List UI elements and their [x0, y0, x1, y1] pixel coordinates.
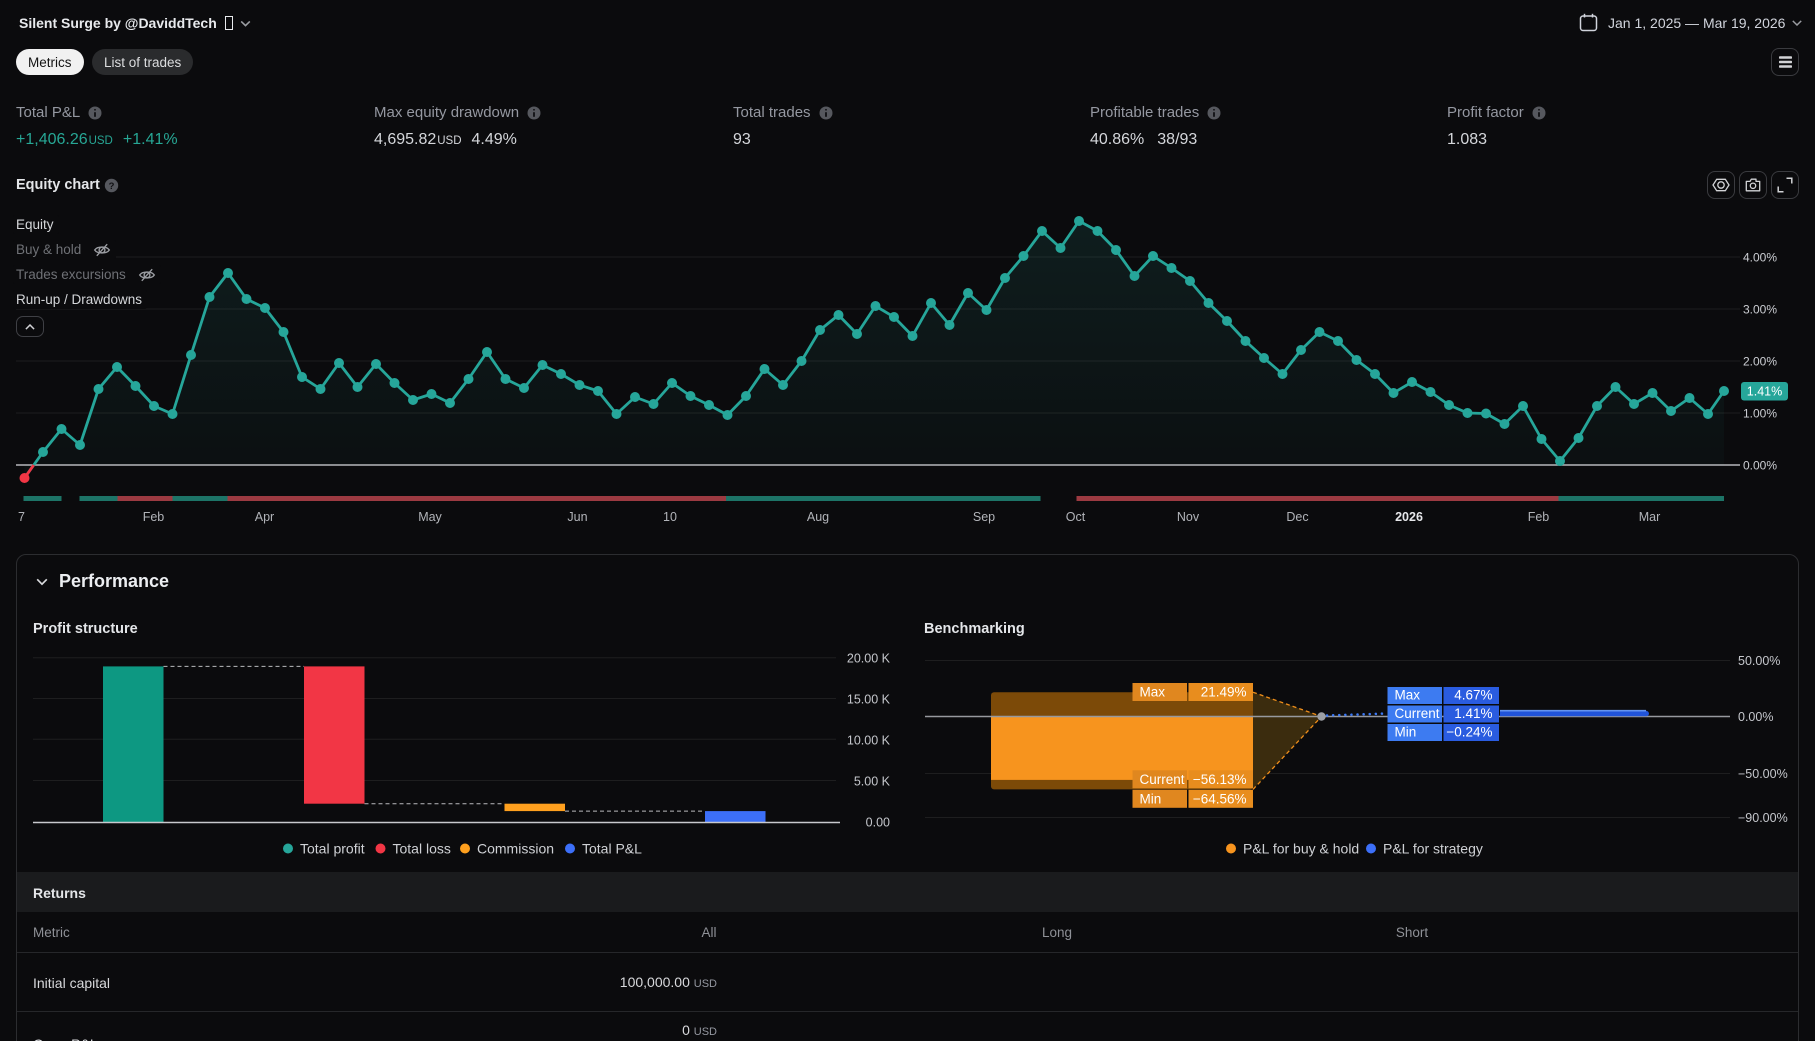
svg-text:Mar: Mar	[1639, 510, 1661, 524]
svg-text:−0.24%: −0.24%	[1446, 725, 1492, 740]
svg-text:Aug: Aug	[807, 510, 829, 524]
svg-text:−90.00%: −90.00%	[1738, 811, 1788, 825]
svg-text:Apr: Apr	[255, 510, 274, 524]
svg-text:?: ?	[108, 181, 114, 192]
svg-text:20.00 K: 20.00 K	[847, 652, 891, 666]
svg-text:Current: Current	[1395, 706, 1440, 721]
svg-text:4.00%: 4.00%	[1743, 251, 1777, 265]
svg-text:1.00%: 1.00%	[1743, 407, 1777, 421]
svg-text:10: 10	[663, 510, 677, 524]
svg-text:−50.00%: −50.00%	[1738, 767, 1788, 781]
svg-text:Total loss: Total loss	[393, 841, 451, 857]
svg-text:5.00 K: 5.00 K	[854, 775, 891, 789]
svg-text:1.41%: 1.41%	[1747, 385, 1782, 399]
svg-text:Current: Current	[1140, 772, 1185, 787]
svg-text:P&L for strategy: P&L for strategy	[1383, 841, 1483, 857]
svg-text:Dec: Dec	[1286, 510, 1308, 524]
svg-text:0.00%: 0.00%	[1743, 459, 1777, 473]
svg-text:1.41%: 1.41%	[1454, 706, 1492, 721]
svg-text:3.00%: 3.00%	[1743, 303, 1777, 317]
svg-text:Commission: Commission	[477, 841, 554, 857]
svg-text:Max: Max	[1140, 685, 1166, 700]
svg-text:−64.56%: −64.56%	[1193, 791, 1247, 806]
svg-text:10.00 K: 10.00 K	[847, 734, 891, 748]
svg-text:Oct: Oct	[1066, 510, 1086, 524]
svg-text:Feb: Feb	[143, 510, 165, 524]
svg-text:Max: Max	[1395, 688, 1421, 703]
svg-text:Total profit: Total profit	[300, 841, 365, 857]
svg-text:7: 7	[18, 510, 25, 524]
svg-text:Total P&L: Total P&L	[582, 841, 642, 857]
svg-text:P&L for buy & hold: P&L for buy & hold	[1243, 841, 1359, 857]
svg-text:Jun: Jun	[567, 510, 587, 524]
svg-text:0.00: 0.00	[866, 816, 890, 830]
svg-text:−56.13%: −56.13%	[1193, 772, 1247, 787]
svg-text:15.00 K: 15.00 K	[847, 693, 891, 707]
svg-text:Sep: Sep	[973, 510, 995, 524]
svg-text:May: May	[418, 510, 442, 524]
svg-text:50.00%: 50.00%	[1738, 654, 1780, 668]
svg-text:0.00%: 0.00%	[1738, 710, 1773, 724]
svg-text:Min: Min	[1395, 725, 1417, 740]
svg-text:2.00%: 2.00%	[1743, 355, 1777, 369]
svg-text:Feb: Feb	[1528, 510, 1550, 524]
svg-text:2026: 2026	[1395, 510, 1423, 524]
svg-text:Min: Min	[1140, 791, 1162, 806]
svg-text:Nov: Nov	[1177, 510, 1200, 524]
svg-text:4.67%: 4.67%	[1454, 688, 1492, 703]
svg-text:21.49%: 21.49%	[1201, 685, 1247, 700]
